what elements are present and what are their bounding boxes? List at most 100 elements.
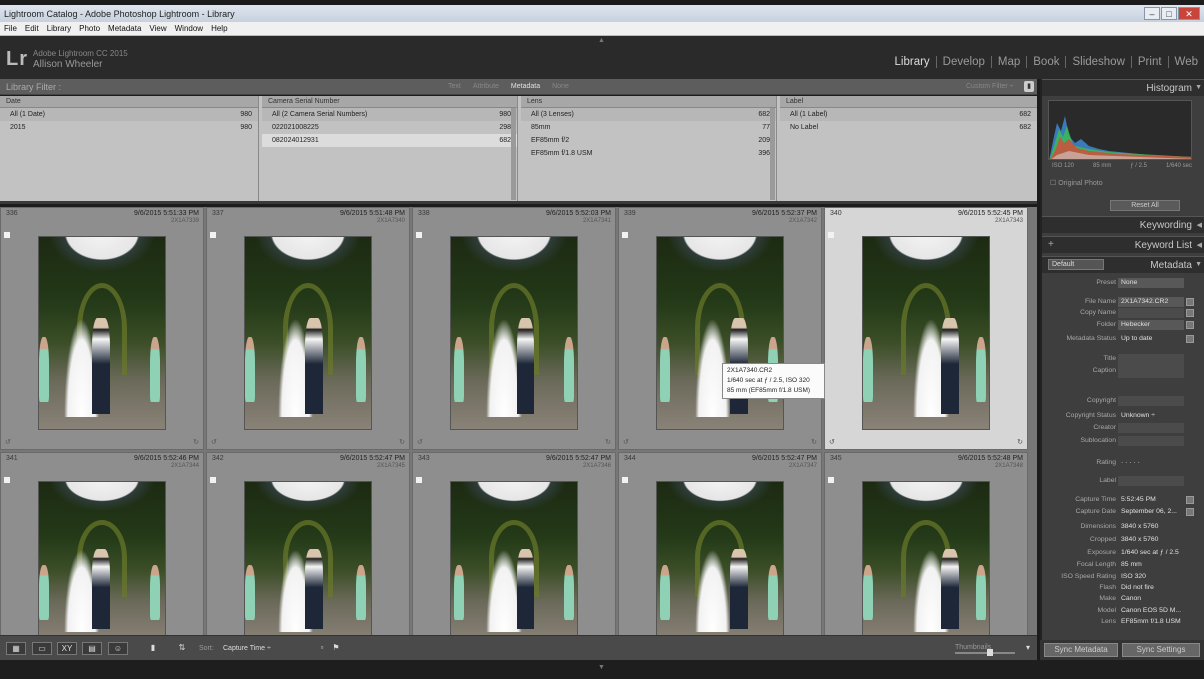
sort-direction-icon[interactable]: ⇅ [172, 642, 192, 655]
compare-view-icon[interactable]: XY [57, 642, 77, 655]
module-web[interactable]: Web [1169, 56, 1204, 68]
reject-flag-icon[interactable]: ⚑ [326, 642, 346, 655]
flag-icon[interactable] [622, 232, 628, 238]
maximize-button[interactable]: □ [1161, 6, 1177, 20]
photo-thumbnail[interactable] [862, 481, 990, 635]
column-row[interactable]: All (2 Camera Serial Numbers) 980 [262, 108, 517, 121]
module-print[interactable]: Print [1132, 56, 1168, 68]
flag-icon[interactable] [416, 477, 422, 483]
filter-tab-attribute[interactable]: Attribute [467, 83, 505, 90]
rotate-right-icon[interactable]: ↻ [1017, 438, 1023, 446]
menu-metadata[interactable]: Metadata [104, 24, 145, 33]
field-value[interactable]: None [1118, 278, 1184, 288]
minimize-button[interactable]: – [1144, 6, 1160, 20]
menu-view[interactable]: View [145, 24, 170, 33]
custom-filter-select[interactable]: Custom Filter ÷ [966, 83, 1013, 90]
flag-icon[interactable] [4, 477, 10, 483]
original-photo-checkbox[interactable]: ☐ Original Photo [1050, 179, 1103, 187]
thumbnail-size-slider[interactable] [955, 652, 1015, 654]
spray-can-icon[interactable]: ▮ [143, 642, 163, 655]
field-action-icon[interactable] [1186, 335, 1194, 343]
thumbnail-cell[interactable]: 344 9/6/2015 5:52:47 PM 2X1A7347 [618, 452, 822, 635]
menu-window[interactable]: Window [171, 24, 207, 33]
column-row[interactable]: EF85mm f/2 209 [521, 134, 776, 147]
filter-tab-none[interactable]: None [546, 83, 575, 90]
sort-select[interactable]: Capture Time ÷ [223, 645, 271, 652]
thumbnail-cell[interactable]: 338 9/6/2015 5:52:03 PM 2X1A7341 ↺ ↻ [412, 207, 616, 450]
column-row[interactable]: 082024012931 682 [262, 134, 517, 147]
survey-view-icon[interactable]: ▤ [82, 642, 102, 655]
field-action-icon[interactable] [1186, 298, 1194, 306]
panel-expand-icon[interactable]: ◀ [1197, 241, 1202, 249]
histogram-header[interactable]: Histogram ▼ [1042, 79, 1204, 96]
column-row[interactable]: 2015 980 [0, 121, 258, 134]
scrollbar[interactable] [511, 108, 516, 200]
photo-thumbnail[interactable] [38, 236, 166, 430]
rotate-left-icon[interactable]: ↺ [211, 438, 217, 446]
column-header[interactable]: Lens [521, 96, 776, 108]
thumbnail-cell[interactable]: 345 9/6/2015 5:52:48 PM 2X1A7348 [824, 452, 1028, 635]
field-value[interactable] [1118, 423, 1184, 433]
column-row[interactable]: EF85mm f/1.8 USM 396 [521, 147, 776, 160]
thumbnail-cell[interactable]: 341 9/6/2015 5:52:46 PM 2X1A7344 [0, 452, 204, 635]
flag-icon[interactable] [416, 232, 422, 238]
flag-icon[interactable] [4, 232, 10, 238]
menu-library[interactable]: Library [43, 24, 75, 33]
thumbnail-cell[interactable]: 337 9/6/2015 5:51:48 PM 2X1A7340 ↺ ↻ [206, 207, 410, 450]
module-book[interactable]: Book [1027, 56, 1065, 68]
thumbnail-cell[interactable]: 336 9/6/2015 5:51:33 PM 2X1A7339 ↺ ↻ [0, 207, 204, 450]
field-value[interactable] [1118, 396, 1184, 406]
thumbnail-cell[interactable]: 340 9/6/2015 5:52:45 PM 2X1A7343 ↺ ↻ [824, 207, 1028, 450]
photo-thumbnail[interactable] [450, 481, 578, 635]
column-header[interactable]: Date [0, 96, 258, 108]
module-map[interactable]: Map [992, 56, 1026, 68]
field-action-icon[interactable] [1186, 508, 1194, 516]
photo-thumbnail[interactable] [862, 236, 990, 430]
photo-thumbnail[interactable] [656, 481, 784, 635]
photo-thumbnail[interactable] [244, 481, 372, 635]
field-value[interactable]: 2X1A7342.CR2 [1118, 297, 1184, 307]
slider-handle[interactable] [987, 649, 993, 656]
flag-icon[interactable] [828, 477, 834, 483]
add-keyword-icon[interactable]: + [1048, 239, 1054, 250]
photo-thumbnail[interactable] [244, 236, 372, 430]
rotate-left-icon[interactable]: ↺ [5, 438, 11, 446]
photo-thumbnail[interactable] [656, 236, 784, 430]
toolbar-menu-icon[interactable]: ▾ [1018, 642, 1038, 655]
reset-all-button[interactable]: Reset All [1110, 200, 1180, 211]
filter-tab-metadata[interactable]: Metadata [505, 83, 546, 90]
close-button[interactable]: ✕ [1178, 6, 1200, 20]
column-row[interactable]: All (1 Label) 682 [780, 108, 1037, 121]
rotate-right-icon[interactable]: ↻ [193, 438, 199, 446]
people-view-icon[interactable]: ☺ [108, 642, 128, 655]
photo-thumbnail[interactable] [450, 236, 578, 430]
caption-box[interactable] [1118, 358, 1184, 378]
rotate-right-icon[interactable]: ↻ [605, 438, 611, 446]
menu-help[interactable]: Help [207, 24, 231, 33]
module-library[interactable]: Library [889, 56, 936, 68]
column-header[interactable]: Label [780, 96, 1037, 108]
field-value[interactable] [1118, 308, 1184, 318]
flag-icon[interactable] [210, 232, 216, 238]
rotate-left-icon[interactable]: ↺ [417, 438, 423, 446]
column-header[interactable]: Camera Serial Number [262, 96, 517, 108]
rotate-left-icon[interactable]: ↺ [623, 438, 629, 446]
column-row[interactable]: No Label 682 [780, 121, 1037, 134]
metadata-view-select[interactable]: Default [1048, 259, 1104, 270]
column-row[interactable]: 85mm 77 [521, 121, 776, 134]
loupe-view-icon[interactable]: ▭ [32, 642, 52, 655]
lock-icon[interactable]: ▮ [1024, 81, 1034, 92]
thumbnail-cell[interactable]: 342 9/6/2015 5:52:47 PM 2X1A7345 [206, 452, 410, 635]
expand-filmstrip-arrow-icon[interactable]: ▼ [598, 664, 605, 671]
scrollbar[interactable] [770, 108, 775, 200]
rotate-left-icon[interactable]: ↺ [829, 438, 835, 446]
grid-view-icon[interactable]: ▦ [6, 642, 26, 655]
flag-icon[interactable] [828, 232, 834, 238]
sync-metadata-button[interactable]: Sync Metadata [1044, 643, 1118, 657]
rotate-right-icon[interactable]: ↻ [811, 438, 817, 446]
photo-thumbnail[interactable] [38, 481, 166, 635]
collapse-top-arrow-icon[interactable]: ▲ [598, 37, 605, 44]
thumbnail-cell[interactable]: 339 9/6/2015 5:52:37 PM 2X1A7342 ↺ ↻ [618, 207, 822, 450]
column-row[interactable]: All (1 Date) 980 [0, 108, 258, 121]
module-slideshow[interactable]: Slideshow [1066, 56, 1130, 68]
